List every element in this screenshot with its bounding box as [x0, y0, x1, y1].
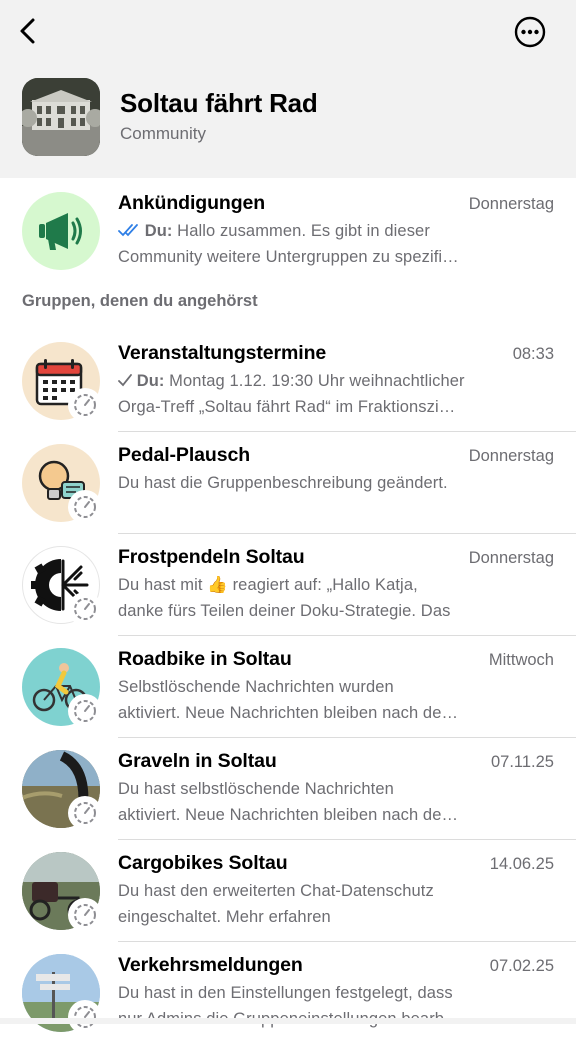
chat-preview-line-1: Du hast mit 👍 reagiert auf: „Hallo Katja…	[118, 576, 418, 594]
chat-preview-line-1: Du hast selbstlöschende Nachrichten	[118, 780, 394, 798]
ellipsis-circle-icon	[514, 16, 546, 48]
chat-time: Mittwoch	[488, 651, 554, 669]
disappearing-badge	[68, 592, 102, 626]
single-check-icon	[118, 372, 132, 390]
thumbs-up-emoji: 👍	[207, 576, 228, 594]
chat-time: 08:33	[512, 345, 554, 363]
chat-preview-line-2: Community weitere Untergruppen zu spezif…	[118, 248, 459, 266]
community-title: Soltau fährt Rad	[120, 88, 318, 118]
group-row-frostpendeln[interactable]: Frostpendeln Soltau Donnerstag Du hast m…	[0, 534, 576, 636]
timer-icon	[74, 496, 96, 518]
chat-preview-line-2: danke fürs Teilen deiner Doku-Strategie.…	[118, 602, 451, 620]
group-row-roadbike[interactable]: Roadbike in Soltau Mittwoch Selbstlösche…	[0, 636, 576, 738]
megaphone-icon	[39, 213, 82, 250]
disappearing-badge	[68, 388, 102, 422]
disappearing-badge	[68, 694, 102, 728]
timer-icon	[74, 598, 96, 620]
chat-time: Donnerstag	[468, 549, 554, 567]
chat-preview-line-2: aktiviert. Neue Nachrichten bleiben nach…	[118, 806, 459, 824]
timer-icon	[74, 700, 96, 722]
timer-icon	[74, 802, 96, 824]
chat-preview-line-2: aktiviert. Neue Nachrichten bleiben nach…	[118, 704, 459, 722]
community-header: Soltau fährt Rad Community	[0, 0, 576, 178]
disappearing-badge	[68, 796, 102, 830]
chat-name: Pedal-Plausch	[118, 444, 251, 466]
chat-preview-line-1: Du hast die Gruppenbeschreibung geändert…	[118, 474, 448, 492]
chat-name: Veranstaltungstermine	[118, 342, 327, 364]
chat-time: 07.02.25	[489, 957, 554, 975]
chat-preview-line-1: Selbstlöschende Nachrichten wurden	[118, 678, 394, 696]
chat-time: 14.06.25	[489, 855, 554, 873]
community-avatar[interactable]	[22, 78, 100, 156]
chat-preview-line-2: eingeschaltet. Mehr erfahren	[118, 908, 331, 926]
chat-preview-line-1: Du: Montag 1.12. 19:30 Uhr weihnachtlich…	[118, 372, 518, 391]
chat-name: Graveln in Soltau	[118, 750, 277, 772]
announcements-avatar	[22, 192, 100, 270]
chat-preview-line-1: Du hast den erweiterten Chat-Datenschutz	[118, 882, 434, 900]
group-row-veranstaltungstermine[interactable]: Veranstaltungstermine 08:33 Du: Montag 1…	[0, 330, 576, 432]
timer-icon	[74, 1006, 96, 1028]
group-row-pedal-plausch[interactable]: Pedal-Plausch Donnerstag Du hast die Gru…	[0, 432, 576, 534]
chat-preview-line-1: Du hast in den Einstellungen festgelegt,…	[118, 984, 453, 1002]
chat-name: Frostpendeln Soltau	[118, 546, 305, 568]
group-row-verkehrsmeldungen[interactable]: Verkehrsmeldungen 07.02.25 Du hast in de…	[0, 942, 576, 1044]
timer-icon	[74, 394, 96, 416]
disappearing-badge	[68, 490, 102, 524]
bottom-edge	[0, 1018, 576, 1024]
chat-time: 07.11.25	[490, 753, 554, 771]
more-options-button[interactable]	[512, 14, 548, 50]
chat-name: Ankündigungen	[118, 192, 266, 214]
sender-label: Du:	[144, 222, 173, 240]
timer-icon	[74, 904, 96, 926]
chat-name: Roadbike in Soltau	[118, 648, 292, 670]
chevron-left-icon	[20, 18, 35, 44]
sender-label: Du:	[136, 372, 165, 390]
chat-time: Donnerstag	[468, 447, 554, 465]
disappearing-badge	[68, 1000, 102, 1034]
chat-time: Donnerstag	[468, 195, 554, 213]
double-check-icon	[118, 222, 145, 240]
group-row-graveln[interactable]: Graveln in Soltau 07.11.25 Du hast selbs…	[0, 738, 576, 840]
chat-name: Verkehrsmeldungen	[118, 954, 303, 976]
announcements-row[interactable]: Ankündigungen Donnerstag Du: Hallo zusam…	[0, 180, 576, 282]
chat-preview-text: Montag 1.12. 19:30 Uhr weihnachtlicher	[169, 372, 465, 390]
back-button[interactable]	[12, 14, 46, 48]
disappearing-badge	[68, 898, 102, 932]
chat-preview-line-2: Orga-Treff „Soltau fährt Rad“ im Fraktio…	[118, 398, 456, 416]
chat-preview-line-1: Du: Hallo zusammen. Es gibt in dieser	[118, 222, 518, 241]
chat-name: Cargobikes Soltau	[118, 852, 288, 874]
section-header-groups: Gruppen, denen du angehörst	[22, 292, 258, 310]
chat-preview-text: Hallo zusammen. Es gibt in dieser	[177, 222, 430, 240]
group-row-cargobikes[interactable]: Cargobikes Soltau 14.06.25 Du hast den e…	[0, 840, 576, 942]
community-subtitle: Community	[120, 124, 206, 143]
